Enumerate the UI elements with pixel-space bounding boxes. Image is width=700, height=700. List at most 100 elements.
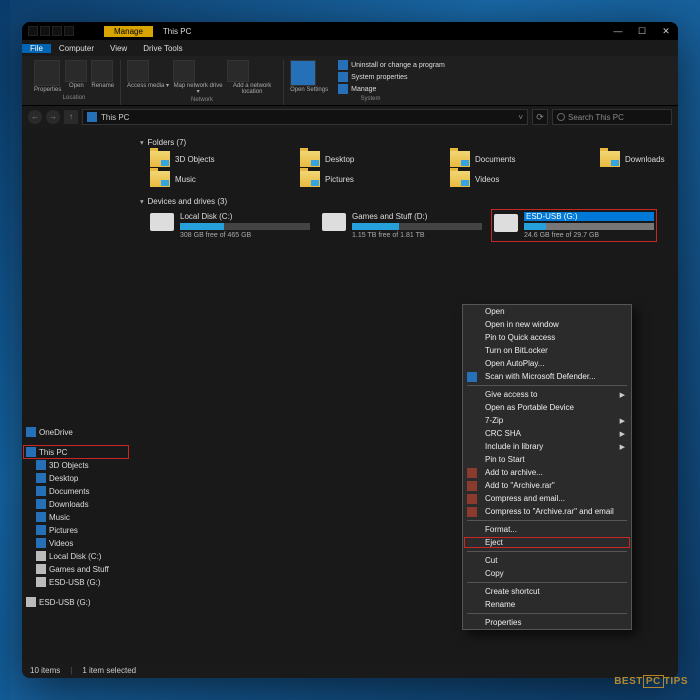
folder-videos[interactable]: Videos <box>450 171 570 187</box>
folder-3d-objects[interactable]: 3D Objects <box>150 151 270 167</box>
sidebar-item-esd-usb[interactable]: ESD-USB (G:) <box>24 576 128 588</box>
sidebar-item-onedrive[interactable]: OneDrive <box>24 426 128 438</box>
menu-item-label: Eject <box>485 538 503 547</box>
status-bar: 10 items | 1 item selected <box>22 663 678 678</box>
folder-desktop[interactable]: Desktop <box>300 151 420 167</box>
folder-pictures[interactable]: Pictures <box>300 171 420 187</box>
submenu-arrow-icon: ▶ <box>620 391 625 399</box>
maximize-button[interactable]: ☐ <box>630 26 654 37</box>
qat-icon[interactable] <box>28 26 38 36</box>
context-menu-item[interactable]: Properties <box>463 616 631 629</box>
context-menu-item[interactable]: Add to archive... <box>463 466 631 479</box>
sidebar-item-documents[interactable]: Documents <box>24 485 128 497</box>
ribbon-group-network: Access media ▾ Map network drive ▾ Add a… <box>121 60 284 105</box>
search-input[interactable]: Search This PC <box>552 109 672 125</box>
capacity-bar <box>352 223 482 230</box>
sidebar-item-music[interactable]: Music <box>24 511 128 523</box>
qat-icon[interactable] <box>40 26 50 36</box>
context-menu-item[interactable]: Rename <box>463 598 631 611</box>
tab-drive-tools[interactable]: Drive Tools <box>135 44 190 53</box>
tab-computer[interactable]: Computer <box>51 44 102 53</box>
sidebar-item-esd-usb-2[interactable]: ESD-USB (G:) <box>24 596 128 608</box>
window-title: This PC <box>153 26 201 37</box>
folder-icon <box>36 525 46 535</box>
section-header-folders[interactable]: ▸Folders (7) <box>140 138 668 147</box>
properties-button[interactable]: Properties <box>34 60 61 93</box>
contextual-tab-manage[interactable]: Manage <box>104 26 153 37</box>
context-menu-item[interactable]: CRC SHA▶ <box>463 427 631 440</box>
drive-local-disk-c[interactable]: Local Disk (C:) 308 GB free of 465 GB <box>150 212 310 239</box>
open-button[interactable]: Open <box>65 60 87 93</box>
context-menu-item[interactable]: Create shortcut <box>463 585 631 598</box>
context-menu-item[interactable]: Open AutoPlay... <box>463 357 631 370</box>
folder-icon <box>150 151 170 167</box>
context-menu-item[interactable]: Compress and email... <box>463 492 631 505</box>
address-bar[interactable]: This PC ˅ <box>82 109 528 125</box>
context-menu-item[interactable]: Cut <box>463 554 631 567</box>
context-menu-item[interactable]: Add to "Archive.rar" <box>463 479 631 492</box>
add-network-button[interactable]: Add a network location <box>227 60 277 95</box>
menu-item-icon <box>467 507 477 517</box>
breadcrumb[interactable]: This PC <box>101 113 129 122</box>
context-menu-item[interactable]: Scan with Microsoft Defender... <box>463 370 631 383</box>
sidebar-item-local-disk[interactable]: Local Disk (C:) <box>24 550 128 562</box>
sidebar-item-pictures[interactable]: Pictures <box>24 524 128 536</box>
qat-icon[interactable] <box>64 26 74 36</box>
sidebar-item-desktop[interactable]: Desktop <box>24 472 128 484</box>
system-properties-button[interactable]: System properties <box>338 72 445 82</box>
sidebar-item-downloads[interactable]: Downloads <box>24 498 128 510</box>
context-menu-item[interactable]: Compress to "Archive.rar" and email <box>463 505 631 518</box>
sidebar-item-this-pc[interactable]: This PC <box>24 446 128 458</box>
tab-view[interactable]: View <box>102 44 135 53</box>
context-menu-item[interactable]: Pin to Quick access <box>463 331 631 344</box>
context-menu-item[interactable]: Copy <box>463 567 631 580</box>
manage-button[interactable]: Manage <box>338 84 445 94</box>
context-menu-item[interactable]: Open <box>463 305 631 318</box>
cloud-icon <box>26 427 36 437</box>
context-menu-item[interactable]: Turn on BitLocker <box>463 344 631 357</box>
drive-esd-usb[interactable]: ESD-USB (G:) 24.6 GB free of 29.7 GB <box>492 210 656 241</box>
forward-button[interactable]: → <box>46 110 60 124</box>
close-button[interactable]: ✕ <box>654 26 678 37</box>
context-menu-item[interactable]: Give access to▶ <box>463 388 631 401</box>
open-settings-button[interactable]: Open Settings <box>290 60 328 94</box>
folder-music[interactable]: Music <box>150 171 270 187</box>
minimize-button[interactable]: — <box>606 26 630 37</box>
context-menu-item[interactable]: Open in new window <box>463 318 631 331</box>
titlebar[interactable]: Manage This PC — ☐ ✕ <box>22 22 678 40</box>
folder-downloads[interactable]: Downloads <box>600 151 678 167</box>
qat-icon[interactable] <box>52 26 62 36</box>
uninstall-button[interactable]: Uninstall or change a program <box>338 60 445 70</box>
ribbon-group-label: Location <box>63 95 86 101</box>
context-menu-item[interactable]: Format... <box>463 523 631 536</box>
context-menu-item[interactable]: Open as Portable Device <box>463 401 631 414</box>
section-header-devices[interactable]: ▸Devices and drives (3) <box>140 197 668 206</box>
context-menu-item[interactable]: Include in library▶ <box>463 440 631 453</box>
context-menu-item[interactable]: Eject <box>463 536 631 549</box>
window-controls: — ☐ ✕ <box>606 26 678 37</box>
sidebar-item-3d-objects[interactable]: 3D Objects <box>24 459 128 471</box>
folder-icon <box>36 473 46 483</box>
map-drive-button[interactable]: Map network drive ▾ <box>173 60 223 95</box>
title-tabs: Manage This PC <box>104 26 201 37</box>
watermark: BESTPCTIPS <box>614 675 688 688</box>
drive-games[interactable]: Games and Stuff (D:) 1.15 TB free of 1.8… <box>322 212 482 239</box>
menu-item-label: Cut <box>485 556 497 565</box>
refresh-button[interactable]: ⟳ <box>532 109 548 125</box>
up-button[interactable]: ↑ <box>64 110 78 124</box>
context-menu-item[interactable]: 7-Zip▶ <box>463 414 631 427</box>
back-button[interactable]: ← <box>28 110 42 124</box>
context-menu-item[interactable]: Pin to Start <box>463 453 631 466</box>
rename-button[interactable]: Rename <box>91 60 114 93</box>
sidebar-item-videos[interactable]: Videos <box>24 537 128 549</box>
chevron-down-icon[interactable]: ˅ <box>518 113 523 122</box>
folder-documents[interactable]: Documents <box>450 151 570 167</box>
drive-icon <box>150 213 174 231</box>
ribbon-group-label: System <box>360 96 380 102</box>
tab-file[interactable]: File <box>22 44 51 53</box>
chevron-down-icon: ▸ <box>138 141 146 145</box>
sidebar-item-games[interactable]: Games and Stuff <box>24 563 128 575</box>
status-selected: 1 item selected <box>82 666 136 675</box>
context-menu: OpenOpen in new windowPin to Quick acces… <box>462 304 632 630</box>
access-media-button[interactable]: Access media ▾ <box>127 60 169 95</box>
